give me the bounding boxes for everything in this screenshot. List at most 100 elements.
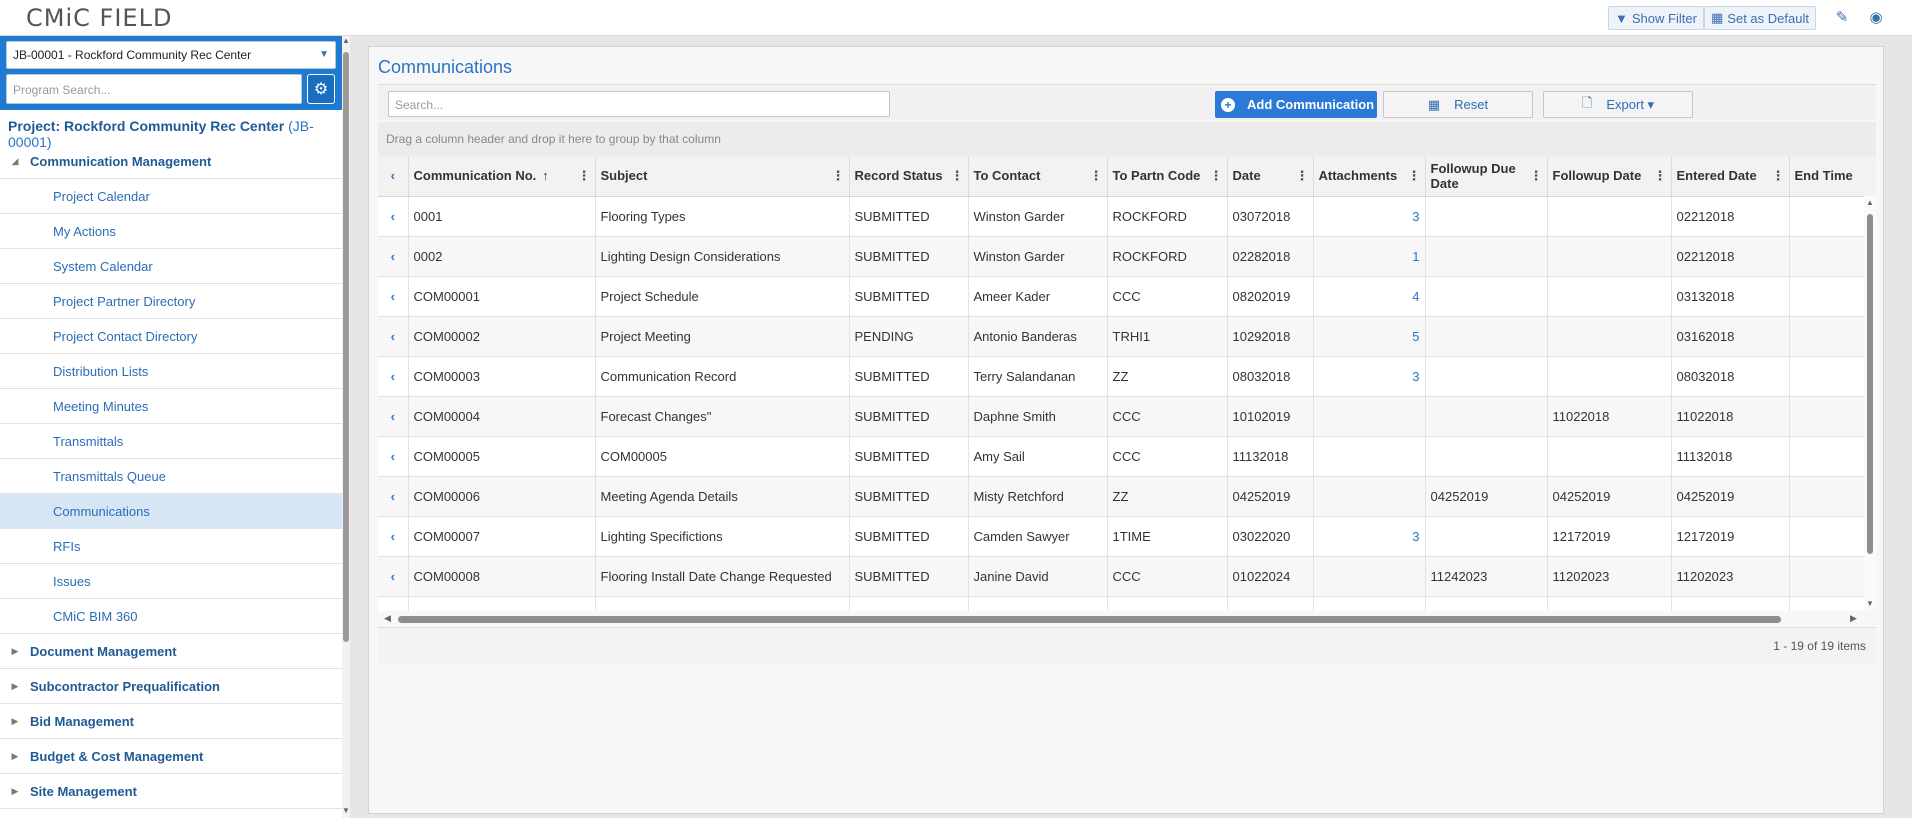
scroll-up-icon[interactable]: ▲ bbox=[342, 36, 350, 45]
table-row[interactable]: ‹ COM00004 Forecast Changes" SUBMITTED Daphn… bbox=[378, 396, 1876, 437]
gear-icon[interactable]: ⚙ bbox=[307, 74, 335, 104]
column-header[interactable]: To Contact ⋮ bbox=[968, 156, 1108, 197]
row-expand-icon[interactable]: ‹ bbox=[378, 236, 409, 277]
column-menu-icon[interactable]: ⋮ bbox=[1530, 168, 1543, 183]
sidebar: JB-00001 - Rockford Community Rec Center… bbox=[0, 36, 350, 818]
table-row[interactable]: ‹ COM00003 Communication Record SUBMITTED Te… bbox=[378, 356, 1876, 397]
table-row[interactable]: ‹ COM00002 Project Meeting PENDING Antonio B… bbox=[378, 316, 1876, 357]
column-header[interactable]: Followup Date ⋮ bbox=[1547, 156, 1672, 197]
column-header[interactable]: To Partn Code ⋮ bbox=[1107, 156, 1228, 197]
row-expand-icon[interactable]: ‹ bbox=[378, 516, 409, 557]
attachments-link[interactable]: 3 bbox=[1313, 196, 1426, 237]
nav-group[interactable]: ▶ Site Management bbox=[0, 774, 342, 809]
nav-group[interactable]: ▶ Budget & Cost Management bbox=[0, 739, 342, 774]
grid-horizontal-scrollbar[interactable]: ◀ ▶ bbox=[378, 611, 1876, 627]
table-row[interactable]: ‹ COM00007 Lighting Specifictions SUBMITTED… bbox=[378, 516, 1876, 557]
edit-icon[interactable]: ✎ bbox=[1832, 8, 1852, 28]
scroll-down-icon[interactable]: ▼ bbox=[342, 806, 350, 815]
column-menu-icon[interactable]: ⋮ bbox=[1654, 168, 1667, 184]
sidebar-item[interactable]: CMiC BIM 360 bbox=[0, 599, 342, 634]
row-expand-icon[interactable]: ‹ bbox=[378, 556, 409, 597]
user-profile-icon[interactable]: ◉ bbox=[1866, 8, 1886, 28]
column-menu-icon[interactable]: ⋮ bbox=[1296, 168, 1309, 184]
row-expand-icon[interactable]: ‹ bbox=[378, 476, 409, 517]
sidebar-item[interactable]: Transmittals bbox=[0, 424, 342, 459]
row-expand-icon[interactable]: ‹ bbox=[378, 596, 409, 611]
table-row[interactable]: ‹ COM00006 Meeting Agenda Details SUBMITTED… bbox=[378, 476, 1876, 517]
column-header[interactable]: Entered Date ⋮ bbox=[1671, 156, 1790, 197]
column-header[interactable]: Subject ⋮ bbox=[595, 156, 850, 197]
nav-group[interactable]: ▶ Subcontractor Prequalification bbox=[0, 669, 342, 704]
column-menu-icon[interactable]: ⋮ bbox=[1210, 168, 1223, 184]
sidebar-item[interactable]: My Actions bbox=[0, 214, 342, 249]
sidebar-scrollbar[interactable]: ▲ ▼ bbox=[342, 36, 350, 818]
group-by-drop-zone[interactable]: Drag a column header and drop it here to… bbox=[378, 122, 1876, 156]
row-expand-icon[interactable]: ‹ bbox=[378, 196, 409, 237]
set-as-default-button[interactable]: ▦ Set as Default bbox=[1704, 6, 1816, 30]
table-row[interactable]: ‹LEE-001test mask lower caseSUBMITTEDAnd… bbox=[378, 596, 1876, 611]
column-header[interactable]: Followup Due Date ⋮ bbox=[1425, 156, 1548, 197]
column-menu-icon[interactable]: ⋮ bbox=[1772, 168, 1785, 184]
table-row[interactable]: ‹ COM00008 Flooring Install Date Change Re… bbox=[378, 556, 1876, 597]
column-menu-icon[interactable]: ⋮ bbox=[832, 168, 845, 184]
program-search-input[interactable]: Program Search... bbox=[6, 74, 302, 104]
nav-group[interactable]: ▶ Document Management bbox=[0, 634, 342, 669]
reset-button[interactable]: ▦ Reset bbox=[1383, 91, 1533, 118]
project-select[interactable]: JB-00001 - Rockford Community Rec Center… bbox=[6, 41, 336, 69]
grid-vertical-scrollbar[interactable]: ▲ ▼ bbox=[1864, 196, 1876, 611]
sidebar-item[interactable]: Meeting Minutes bbox=[0, 389, 342, 424]
attachments-link[interactable]: 1 bbox=[1313, 236, 1426, 277]
column-header[interactable]: Attachments ⋮ bbox=[1313, 156, 1426, 197]
attachments-link[interactable]: 3 bbox=[1313, 356, 1426, 397]
attachments-link[interactable]: 4 bbox=[1313, 276, 1426, 317]
add-communication-button[interactable]: + Add Communication bbox=[1215, 91, 1377, 118]
scroll-right-icon[interactable]: ▶ bbox=[1850, 613, 1857, 624]
table-cell bbox=[1789, 436, 1876, 477]
table-row[interactable]: ‹ COM00001 Project Schedule SUBMITTED Ameer … bbox=[378, 276, 1876, 317]
column-menu-icon[interactable]: ⋮ bbox=[1408, 168, 1421, 184]
table-cell: Forecast Changes" bbox=[595, 396, 850, 437]
column-menu-icon[interactable]: ⋮ bbox=[1090, 168, 1103, 184]
table-cell: 11132018 bbox=[1671, 436, 1790, 477]
column-header[interactable]: End Time bbox=[1789, 156, 1876, 197]
column-header[interactable]: Date ⋮ bbox=[1227, 156, 1314, 197]
row-expand-icon[interactable]: ‹ bbox=[378, 436, 409, 477]
table-cell: Janine David bbox=[968, 556, 1108, 597]
sidebar-item[interactable]: Transmittals Queue bbox=[0, 459, 342, 494]
row-expand-icon[interactable]: ‹ bbox=[378, 276, 409, 317]
row-expand-icon[interactable]: ‹ bbox=[378, 356, 409, 397]
scroll-up-icon[interactable]: ▲ bbox=[1866, 198, 1874, 207]
column-menu-icon[interactable]: ⋮ bbox=[578, 168, 591, 184]
sidebar-item[interactable]: Project Partner Directory bbox=[0, 284, 342, 319]
collapse-all-icon[interactable]: ‹ bbox=[378, 156, 409, 197]
attachments-link[interactable]: 3 bbox=[1313, 516, 1426, 557]
column-header[interactable]: Record Status ⋮ bbox=[849, 156, 969, 197]
scroll-thumb[interactable] bbox=[343, 52, 349, 642]
scroll-left-icon[interactable]: ◀ bbox=[384, 613, 391, 624]
nav-group[interactable]: ◢ Communication Management bbox=[0, 144, 342, 179]
show-filter-button[interactable]: ▼ Show Filter bbox=[1608, 6, 1704, 30]
scroll-thumb[interactable] bbox=[1867, 214, 1873, 554]
attachments-link[interactable]: 5 bbox=[1313, 316, 1426, 357]
attachments-link bbox=[1313, 556, 1426, 597]
column-menu-icon[interactable]: ⋮ bbox=[951, 168, 964, 184]
table-row[interactable]: ‹ COM00005 COM00005 SUBMITTED Amy Sail CCC 111… bbox=[378, 436, 1876, 477]
table-row[interactable]: ‹ 0001 Flooring Types SUBMITTED Winston Gard… bbox=[378, 196, 1876, 237]
sidebar-item[interactable]: RFIs bbox=[0, 529, 342, 564]
table-row[interactable]: ‹ 0002 Lighting Design Considerations SUBMI… bbox=[378, 236, 1876, 277]
sidebar-item[interactable]: Project Calendar bbox=[0, 179, 342, 214]
sidebar-item[interactable]: Distribution Lists bbox=[0, 354, 342, 389]
sidebar-item[interactable]: System Calendar bbox=[0, 249, 342, 284]
column-header[interactable]: Communication No. ↑ ⋮ bbox=[408, 156, 596, 197]
scroll-thumb[interactable] bbox=[398, 616, 1781, 623]
sidebar-item[interactable]: Issues bbox=[0, 564, 342, 599]
grid-search-input[interactable]: Search... bbox=[388, 91, 890, 117]
table-cell: COM00002 bbox=[408, 316, 596, 357]
sidebar-item[interactable]: Communications bbox=[0, 494, 342, 529]
row-expand-icon[interactable]: ‹ bbox=[378, 316, 409, 357]
row-expand-icon[interactable]: ‹ bbox=[378, 396, 409, 437]
export-button[interactable]: 🗋 Export ▾ bbox=[1543, 91, 1693, 118]
sidebar-item[interactable]: Project Contact Directory bbox=[0, 319, 342, 354]
nav-group[interactable]: ▶ Bid Management bbox=[0, 704, 342, 739]
scroll-down-icon[interactable]: ▼ bbox=[1866, 599, 1874, 608]
